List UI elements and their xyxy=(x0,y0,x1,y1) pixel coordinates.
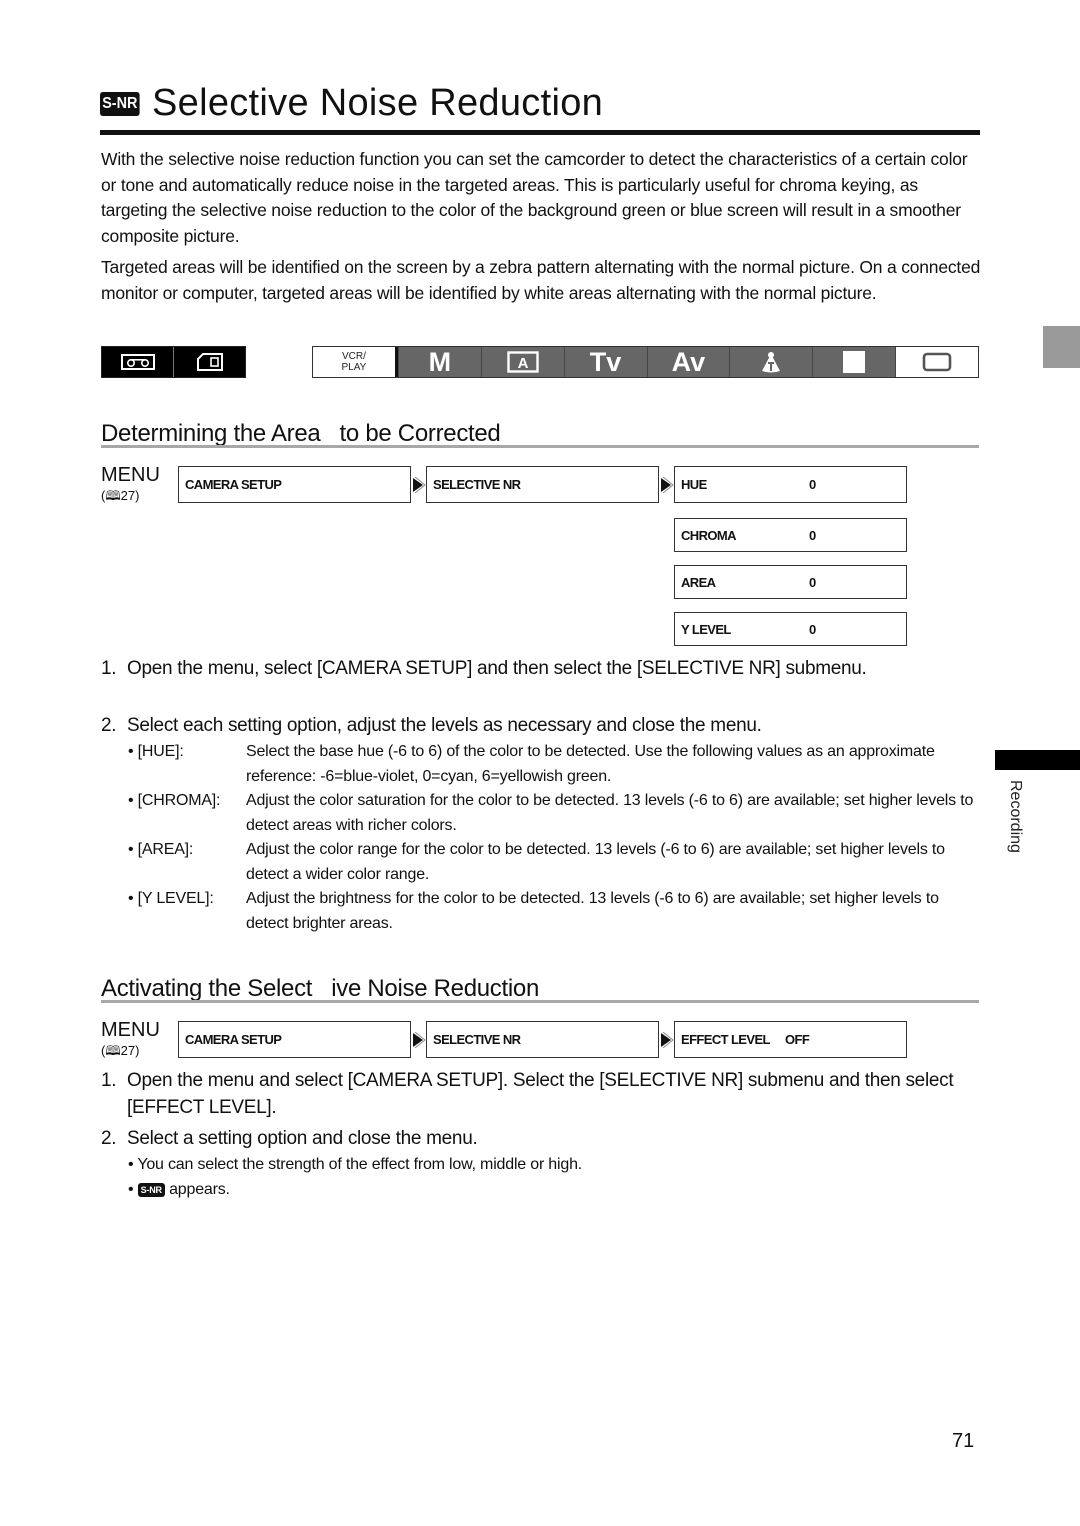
arrow-right-icon xyxy=(413,477,426,493)
setting-name: EFFECT LEVEL xyxy=(681,1032,770,1047)
step-item: 1. Open the menu, select [CAMERA SETUP] … xyxy=(101,655,961,682)
step-item: 2. Select each setting option, adjust th… xyxy=(101,712,961,739)
setting-value: 0 xyxy=(809,621,816,637)
setting-box-effect-level: EFFECT LEVEL OFF xyxy=(674,1021,907,1058)
section-rule xyxy=(101,445,979,448)
step-text: Open the menu and select [CAMERA SETUP].… xyxy=(127,1070,954,1118)
bullet-text: Adjust the brightness for the color to b… xyxy=(246,890,939,932)
snr-icon: S-NR xyxy=(137,1183,165,1197)
snr-icon: S-NR xyxy=(100,92,140,116)
bullet-label: • [Y LEVEL]: xyxy=(128,890,214,907)
setting-value: 0 xyxy=(809,477,816,492)
menu-box-selective-nr: SELECTIVE NR xyxy=(426,1021,659,1058)
page-number: 71 xyxy=(952,1430,975,1452)
page-title: S-NR Selective Noise Reduction xyxy=(100,80,980,136)
menu-box-camera-setup: CAMERA SETUP xyxy=(178,466,411,503)
side-tab-marker xyxy=(1043,326,1080,368)
setting-box-chroma: CHROMA 0 xyxy=(674,518,907,552)
mode-spotlight xyxy=(729,347,812,377)
mode-tv: Tv xyxy=(563,347,647,377)
side-tab-label: Recording xyxy=(1007,780,1024,853)
tape-icon xyxy=(102,347,173,377)
intro-paragraph: With the selective noise reduction funct… xyxy=(101,149,968,246)
menu-label: MENU xyxy=(101,1019,160,1041)
bullet-text: Select the base hue (-6 to 6) of the col… xyxy=(246,743,935,785)
spotlight-icon xyxy=(762,352,781,373)
mode-play-label: PLAY xyxy=(341,362,367,373)
bullet-text: Adjust the color saturation for the colo… xyxy=(246,792,974,834)
scene-frame-icon xyxy=(922,352,952,372)
mode-night xyxy=(812,347,895,377)
step-text: Select each setting option, adjust the l… xyxy=(127,715,762,736)
step-item: 2. Select a setting option and close the… xyxy=(101,1125,961,1152)
step-text: Select a setting option and close the me… xyxy=(127,1128,478,1149)
menu-box-camera-setup: CAMERA SETUP xyxy=(178,1021,411,1058)
step-text: Open the menu, select [CAMERA SETUP] and… xyxy=(127,658,867,679)
title-rule xyxy=(100,130,980,135)
setting-box-area: AREA 0 xyxy=(674,565,907,599)
section-rule xyxy=(101,1000,979,1003)
section-heading: Activating the Select ive Noise Reductio… xyxy=(101,975,540,1002)
step-number: 1. xyxy=(101,658,117,679)
setting-value: 0 xyxy=(809,574,816,590)
setting-box-hue: HUE 0 xyxy=(674,466,907,503)
mode-vcr-play: VCR/PLAY xyxy=(313,347,398,377)
auto-boxed-icon: A xyxy=(506,351,539,373)
memory-card-icon xyxy=(173,347,245,377)
setting-name: CHROMA xyxy=(681,527,737,543)
book-icon: 🕮 xyxy=(105,488,121,503)
mode-av: Av xyxy=(646,347,730,377)
menu-label: MENU xyxy=(101,464,160,486)
mode-manual: M xyxy=(397,347,481,377)
setting-name: AREA xyxy=(681,574,716,590)
book-icon: 🕮 xyxy=(105,1043,121,1058)
mode-scene xyxy=(895,347,978,377)
bullet-label: • [AREA]: xyxy=(128,841,194,858)
night-moon-icon xyxy=(843,351,866,373)
media-mode-bar xyxy=(101,346,246,378)
bullet-item-area: • [AREA]: Adjust the color range for the… xyxy=(128,837,978,887)
shooting-mode-bar: VCR/PLAY M A Tv Av xyxy=(312,346,979,378)
intro-paragraph: Targeted areas will be identified on the… xyxy=(101,257,981,303)
bullet-text: appears. xyxy=(169,1181,230,1198)
mode-vcr-label: VCR/ xyxy=(341,351,366,362)
bullet-text: You can select the strength of the effec… xyxy=(137,1156,583,1173)
bullet-label: • [HUE]: xyxy=(128,743,184,760)
arrow-right-icon xyxy=(413,1032,426,1048)
step-item: 1. Open the menu and select [CAMERA SETU… xyxy=(101,1067,961,1121)
setting-value: OFF xyxy=(785,1032,810,1047)
setting-name: HUE xyxy=(681,477,707,492)
step-number: 2. xyxy=(101,715,117,736)
page-title-text: Selective Noise Reduction xyxy=(152,82,604,124)
setting-value: 0 xyxy=(809,527,816,543)
intro-text: With the selective noise reduction funct… xyxy=(101,147,981,312)
svg-text:A: A xyxy=(517,355,528,372)
step-number: 2. xyxy=(101,1128,117,1149)
menu-page-ref: (🕮27) xyxy=(101,1043,140,1058)
bullet-item-y-level: • [Y LEVEL]: Adjust the brightness for t… xyxy=(128,886,978,936)
menu-page-ref: (🕮27) xyxy=(101,488,140,503)
section-heading: Determining the Area to be Corrected xyxy=(101,420,501,447)
arrow-right-icon xyxy=(661,477,674,493)
bullet-item-hue: • [HUE]: Select the base hue (-6 to 6) o… xyxy=(128,739,978,789)
arrow-right-icon xyxy=(661,1032,674,1048)
menu-box-selective-nr: SELECTIVE NR xyxy=(426,466,659,503)
bullet-label: • [CHROMA]: xyxy=(128,792,221,809)
bullet-text: Adjust the color range for the color to … xyxy=(246,841,945,883)
setting-box-y-level: Y LEVEL 0 xyxy=(674,612,907,646)
setting-name: Y LEVEL xyxy=(681,621,731,637)
mode-auto: A xyxy=(480,347,564,377)
step-number: 1. xyxy=(101,1070,117,1091)
bullet-item: • You can select the strength of the eff… xyxy=(128,1156,583,1173)
side-section-marker xyxy=(995,750,1080,770)
bullet-item-chroma: • [CHROMA]: Adjust the color saturation … xyxy=(128,788,978,838)
bullet-item: • S-NR appears. xyxy=(128,1181,230,1198)
